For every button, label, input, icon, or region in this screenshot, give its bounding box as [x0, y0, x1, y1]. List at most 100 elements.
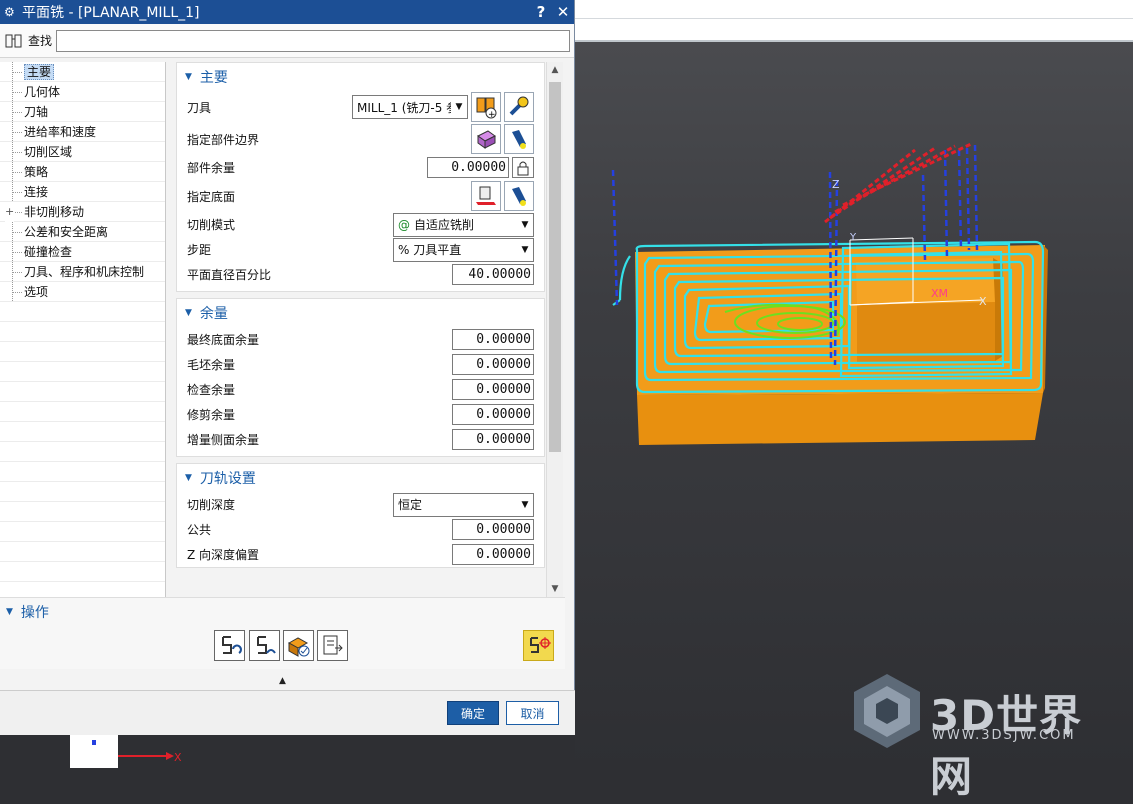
check-row: 检查余量 0.00000 [177, 377, 544, 402]
cut-depth-label: 切削深度 [187, 498, 236, 512]
section-main: ▼ 主要 刀具 MILL_1 (铣刀-5 参 ▼ + 指定部件边界 部件余量 0.0… [176, 62, 545, 292]
dialog-titlebar[interactable]: ⚙ 平面铣 - [PLANAR_MILL_1] ? ✕ [0, 0, 574, 24]
path-settings-button[interactable] [523, 630, 554, 661]
select-floor-button[interactable] [471, 181, 501, 211]
nav-item-cut-region[interactable]: 切削区域 [0, 142, 165, 162]
generate-button[interactable] [214, 630, 245, 661]
z-offset-row: Z 向深度偏置 0.00000 [177, 542, 544, 567]
blank-row: 毛坯余量 0.00000 [177, 352, 544, 377]
properties-panel: ▼ 主要 刀具 MILL_1 (铣刀-5 参 ▼ + 指定部件边界 部件余量 0.0… [176, 62, 545, 597]
chevron-down-icon: ▼ [455, 102, 463, 112]
tool-label: 刀具 [187, 100, 212, 115]
watermark: 3D世界网 WWW.3DSJW.COM [850, 672, 1120, 801]
part-stock-label: 部件余量 [187, 161, 236, 175]
generate-path-icon [221, 635, 242, 654]
common-label: 公共 [187, 523, 212, 537]
nav-item-feeds-speeds[interactable]: 进给率和速度 [0, 122, 165, 142]
z-axis-label: Z [832, 178, 840, 191]
trim-label: 修剪余量 [187, 408, 236, 422]
graphics-viewport[interactable]: XM X Z Y 3D世界网 WWW.3DSJW.COM [575, 0, 1133, 801]
nav-item-geometry[interactable]: 几何体 [0, 82, 165, 102]
floor-icon [476, 186, 496, 205]
collapse-triangle-icon: ▼ [185, 72, 192, 82]
section-main-header[interactable]: ▼ 主要 [177, 63, 544, 91]
nav-item-tolerances[interactable]: 公差和安全距离 [0, 222, 165, 242]
flat-diameter-row: 平面直径百分比 40.00000 [177, 262, 544, 287]
blank-input[interactable]: 0.00000 [452, 354, 534, 375]
ok-button[interactable]: 确定 [447, 701, 499, 725]
blank-label: 毛坯余量 [187, 358, 236, 372]
verify-icon [287, 636, 309, 657]
incremental-side-input[interactable]: 0.00000 [452, 429, 534, 450]
find-input[interactable] [56, 29, 570, 52]
section-stock-header[interactable]: ▼ 余量 [177, 299, 544, 327]
verify-button[interactable] [283, 630, 314, 661]
stepover-row: 步距 % 刀具平直 ▼ [177, 237, 544, 262]
path-target-icon [529, 636, 551, 653]
check-input[interactable]: 0.00000 [452, 379, 534, 400]
nav-item-options[interactable]: 选项 [0, 282, 165, 302]
z-offset-input[interactable]: 0.00000 [452, 544, 534, 565]
show-boundary-button[interactable] [504, 124, 534, 154]
properties-scrollbar[interactable]: ▲ ▼ [546, 62, 563, 597]
scroll-up-icon[interactable]: ▲ [547, 62, 563, 78]
trim-input[interactable]: 0.00000 [452, 404, 534, 425]
nav-item-connections[interactable]: 连接 [0, 182, 165, 202]
cut-depth-row: 切削深度 恒定 ▼ [177, 492, 544, 517]
part-stock-input[interactable]: 0.00000 [427, 157, 509, 178]
nav-item-tool-axis[interactable]: 刀轴 [0, 102, 165, 122]
cancel-button[interactable]: 取消 [506, 701, 559, 725]
chevron-down-icon: ▼ [521, 244, 529, 255]
section-path-header[interactable]: ▼ 刀轨设置 [177, 464, 544, 492]
list-button[interactable] [317, 630, 348, 661]
view-triad-x-axis: X [118, 751, 182, 764]
section-path-settings: ▼ 刀轨设置 切削深度 恒定 ▼ 公共 0.00000 Z 向深度偏置 0.00000 [176, 463, 545, 568]
nav-item-strategy[interactable]: 策略 [0, 162, 165, 182]
section-actions-header[interactable]: ▼ 操作 [0, 598, 565, 626]
nav-item-main[interactable]: 主要 [0, 62, 165, 82]
flat-diameter-input[interactable]: 40.00000 [452, 264, 534, 285]
nav-item-tool-program-machine[interactable]: 刀具、程序和机床控制 [0, 262, 165, 282]
close-button[interactable]: ✕ [552, 3, 574, 21]
flat-diameter-label: 平面直径百分比 [187, 268, 272, 282]
view-triad-cube [70, 735, 118, 768]
watermark-logo-icon [854, 674, 920, 748]
dialog-title: 平面铣 - [PLANAR_MILL_1] [22, 5, 200, 21]
flashlight-icon [512, 130, 526, 149]
cut-pattern-row: 切削模式 @ 自适应铣削 ▼ [177, 212, 544, 237]
replay-button[interactable] [249, 630, 280, 661]
final-floor-input[interactable]: 0.00000 [452, 329, 534, 350]
lock-button[interactable] [512, 157, 534, 178]
scroll-down-icon[interactable]: ▼ [547, 581, 563, 597]
trim-row: 修剪余量 0.00000 [177, 402, 544, 427]
part-front-face [637, 393, 1043, 445]
edit-tool-button[interactable] [504, 92, 534, 122]
common-input[interactable]: 0.00000 [452, 519, 534, 540]
expand-icon[interactable]: + [5, 202, 15, 222]
incremental-side-label: 增量侧面余量 [187, 433, 260, 447]
stepover-label: 步距 [187, 243, 212, 257]
final-floor-row: 最终底面余量 0.00000 [177, 327, 544, 352]
view-triad-x-label: X [174, 751, 182, 764]
nav-tree: 主要 几何体 刀轴 进给率和速度 切削区域 策略 连接 + 非切削移动 公差和安全… [0, 62, 166, 597]
select-boundary-button[interactable] [471, 124, 501, 154]
incremental-side-row: 增量侧面余量 0.00000 [177, 427, 544, 452]
check-label: 检查余量 [187, 383, 236, 397]
scrollbar-thumb[interactable] [549, 82, 561, 452]
floor-row: 指定底面 [177, 180, 544, 212]
show-floor-button[interactable] [504, 181, 534, 211]
stepover-select[interactable]: % 刀具平直 ▼ [393, 237, 534, 262]
cut-pattern-select[interactable]: @ 自适应铣削 ▼ [393, 212, 534, 237]
nav-item-collision-check[interactable]: 碰撞检查 [0, 242, 165, 262]
cut-depth-select[interactable]: 恒定 ▼ [393, 492, 534, 517]
nav-item-non-cutting-moves[interactable]: + 非切削移动 [0, 202, 165, 222]
chevron-down-icon: ▼ [521, 219, 529, 230]
boss-top-face [856, 258, 995, 305]
collapse-up-icon[interactable]: ▲ [0, 672, 565, 690]
tool-select[interactable]: MILL_1 (铣刀-5 参 ▼ [352, 95, 468, 119]
collapse-triangle-icon: ▼ [185, 473, 192, 483]
floor-label: 指定底面 [187, 189, 236, 204]
new-tool-icon: + [476, 97, 497, 119]
new-tool-button[interactable]: + [471, 92, 501, 122]
help-button[interactable]: ? [530, 3, 552, 21]
